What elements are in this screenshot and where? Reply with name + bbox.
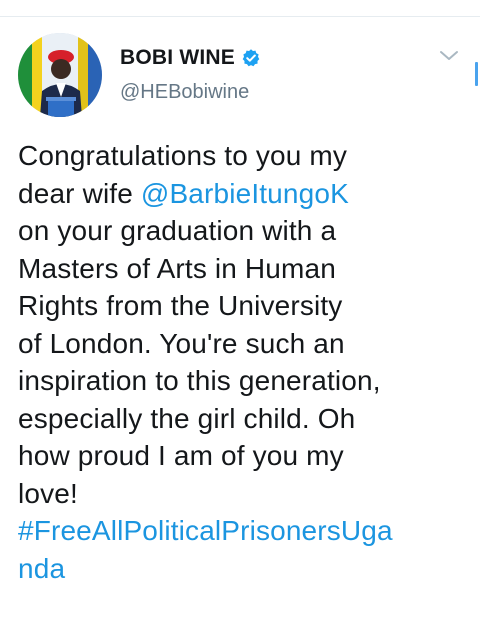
tweet-line: love! <box>18 477 78 509</box>
tweet-line: dear wife @BarbieItungoK <box>18 175 473 213</box>
tweet-text: Congratulations to you my dear wife @Bar… <box>18 137 473 587</box>
tweet-screen: BOBI WINE @HEBobiwine Congratulations to… <box>0 0 480 640</box>
profile-photo-icon[interactable] <box>18 33 102 117</box>
tweet-line: how proud I am of you my <box>18 440 344 471</box>
author-handle[interactable]: @HEBobiwine <box>120 81 261 104</box>
tweet-line: Masters of Arts in Human <box>18 252 336 284</box>
tweet-line: Congratulations to you my <box>18 140 348 171</box>
hashtag-link[interactable]: #FreeAllPoliticalPrisonersUga <box>18 512 473 550</box>
tweet-line: especially the girl child. Oh <box>18 402 356 434</box>
author-block: BOBI WINE @HEBobiwine <box>120 45 261 104</box>
chevron-down-icon[interactable] <box>438 49 460 63</box>
tweet-line: Rights from the University <box>18 290 343 321</box>
tweet-line: inspiration to this generation, <box>18 365 381 396</box>
mention-link[interactable]: @BarbieItungoK <box>141 178 349 209</box>
name-row: BOBI WINE <box>120 45 261 71</box>
top-divider <box>0 0 480 17</box>
verified-badge-icon <box>241 48 261 68</box>
tweet-line-text: dear wife <box>18 177 141 209</box>
hashtag-link-continued[interactable]: nda <box>18 550 473 588</box>
tweet-line: of London. You're such an <box>18 327 345 359</box>
tweet-line: on your graduation with a <box>18 215 337 246</box>
scrollbar[interactable] <box>475 62 478 86</box>
tweet-header: BOBI WINE @HEBobiwine <box>18 33 468 117</box>
author-display-name[interactable]: BOBI WINE <box>120 46 235 70</box>
